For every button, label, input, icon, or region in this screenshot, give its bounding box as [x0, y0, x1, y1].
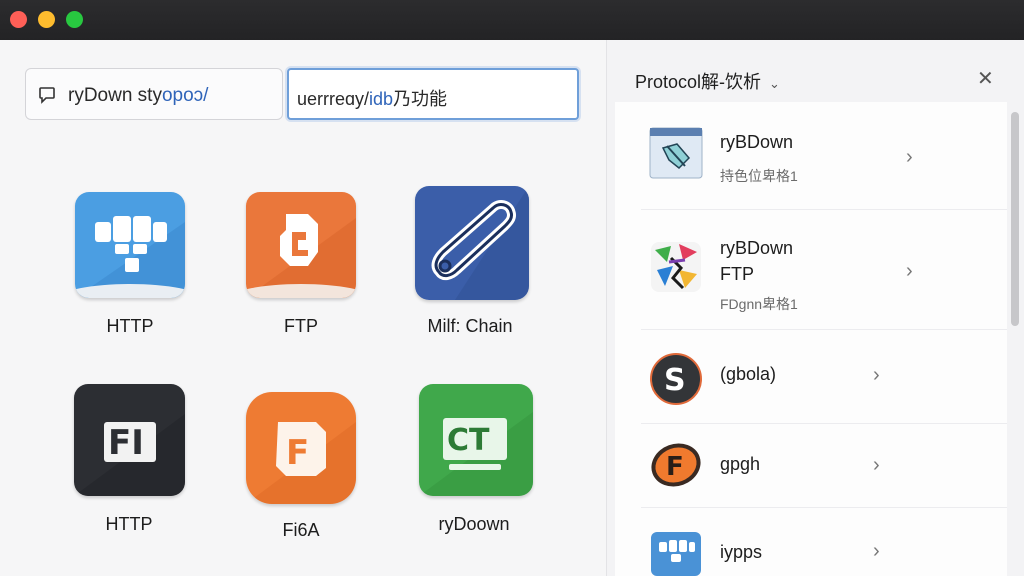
list-item[interactable]: F gpgh ›	[641, 424, 1007, 508]
s-circle-icon: S	[649, 352, 703, 406]
chevron-down-icon: ⌄	[769, 76, 780, 91]
chevron-right-icon: ›	[873, 454, 880, 476]
tile-f[interactable]: F Fi6A	[246, 392, 364, 572]
tile-label: HTTP	[105, 514, 153, 534]
svg-text:S: S	[664, 363, 686, 398]
svg-text:F: F	[286, 433, 309, 473]
tile-label: ryDoown	[438, 514, 510, 534]
item-subtitle: 持色位卑格1	[720, 168, 798, 184]
search-field[interactable]: ryDown styopoɔ/	[25, 68, 283, 120]
colorful-splash-icon	[649, 240, 703, 294]
scrollbar-thumb[interactable]	[1011, 112, 1019, 326]
item-subtitle: FDgnn卑格1	[720, 296, 798, 312]
browser-window-icon	[649, 126, 703, 180]
tile-ftp[interactable]: FTP	[246, 192, 364, 372]
close-window-button[interactable]	[10, 11, 27, 28]
list-item[interactable]: ryBDown FTP FDgnn卑格1 ›	[641, 210, 1007, 330]
tile-http[interactable]: HTTP	[75, 192, 193, 372]
f-circle-icon: F	[649, 438, 703, 492]
protocol-panel: Protocol解-饮析 ⌄ ✕ ryBDown 持色位卑格1 › ryBDow…	[607, 40, 1024, 576]
item-title: iypps	[720, 542, 763, 562]
blue-blocks-icon	[649, 530, 703, 576]
item-title: (gbola)	[720, 364, 777, 384]
list-item[interactable]: ryBDown 持色位卑格1 ›	[641, 102, 1007, 210]
command-input-text: uerrreɑy/idb乃功能	[297, 89, 448, 109]
ct-box-icon: CT	[419, 384, 533, 496]
minimize-window-button[interactable]	[38, 11, 55, 28]
list-item[interactable]: S (gbola) ›	[641, 330, 1007, 424]
tile-label: HTTP	[106, 316, 154, 336]
comment-icon	[39, 87, 55, 104]
list-item[interactable]: iypps ›	[641, 508, 1007, 576]
chevron-right-icon: ›	[873, 364, 880, 386]
http-blocks-icon	[75, 192, 185, 298]
chevron-right-icon: ›	[873, 540, 880, 562]
tile-label: FTP	[284, 316, 318, 336]
panel-title[interactable]: Protocol解-饮析 ⌄	[635, 68, 780, 94]
svg-text:F: F	[666, 452, 684, 482]
search-text: ryDown styopoɔ/	[68, 85, 209, 106]
item-title: ryBDown	[720, 238, 794, 258]
item-title: ryBDown	[720, 132, 794, 152]
fi-box-icon: FI	[74, 384, 185, 496]
title-bar	[0, 0, 1024, 40]
app-window: ryDown styopoɔ/ uerrreɑy/idb乃功能 HTTP FTP…	[0, 0, 1024, 576]
zoom-window-button[interactable]	[66, 11, 83, 28]
close-icon[interactable]: ✕	[977, 66, 994, 91]
f-box-icon: F	[246, 392, 356, 504]
item-title: gpgh	[720, 454, 761, 474]
tile-http-2[interactable]: FI HTTP	[74, 384, 192, 564]
tile-label: Milf: Chain	[427, 316, 513, 336]
command-input[interactable]: uerrreɑy/idb乃功能	[287, 68, 579, 120]
protocol-list: ryBDown 持色位卑格1 › ryBDown FTP FDgnn卑格1 › …	[615, 102, 1007, 576]
chevron-right-icon: ›	[906, 260, 913, 282]
tile-chain[interactable]: Milf: Chain	[415, 186, 533, 366]
chain-link-icon	[415, 186, 529, 300]
tile-ct[interactable]: CT ryDoown	[419, 384, 537, 564]
item-title-2: FTP	[720, 264, 754, 284]
chevron-right-icon: ›	[906, 146, 913, 168]
svg-text:CT: CT	[447, 423, 490, 458]
svg-text:FI: FI	[108, 423, 144, 463]
ftp-gear-icon	[246, 192, 356, 298]
tile-label: Fi6A	[282, 520, 320, 540]
